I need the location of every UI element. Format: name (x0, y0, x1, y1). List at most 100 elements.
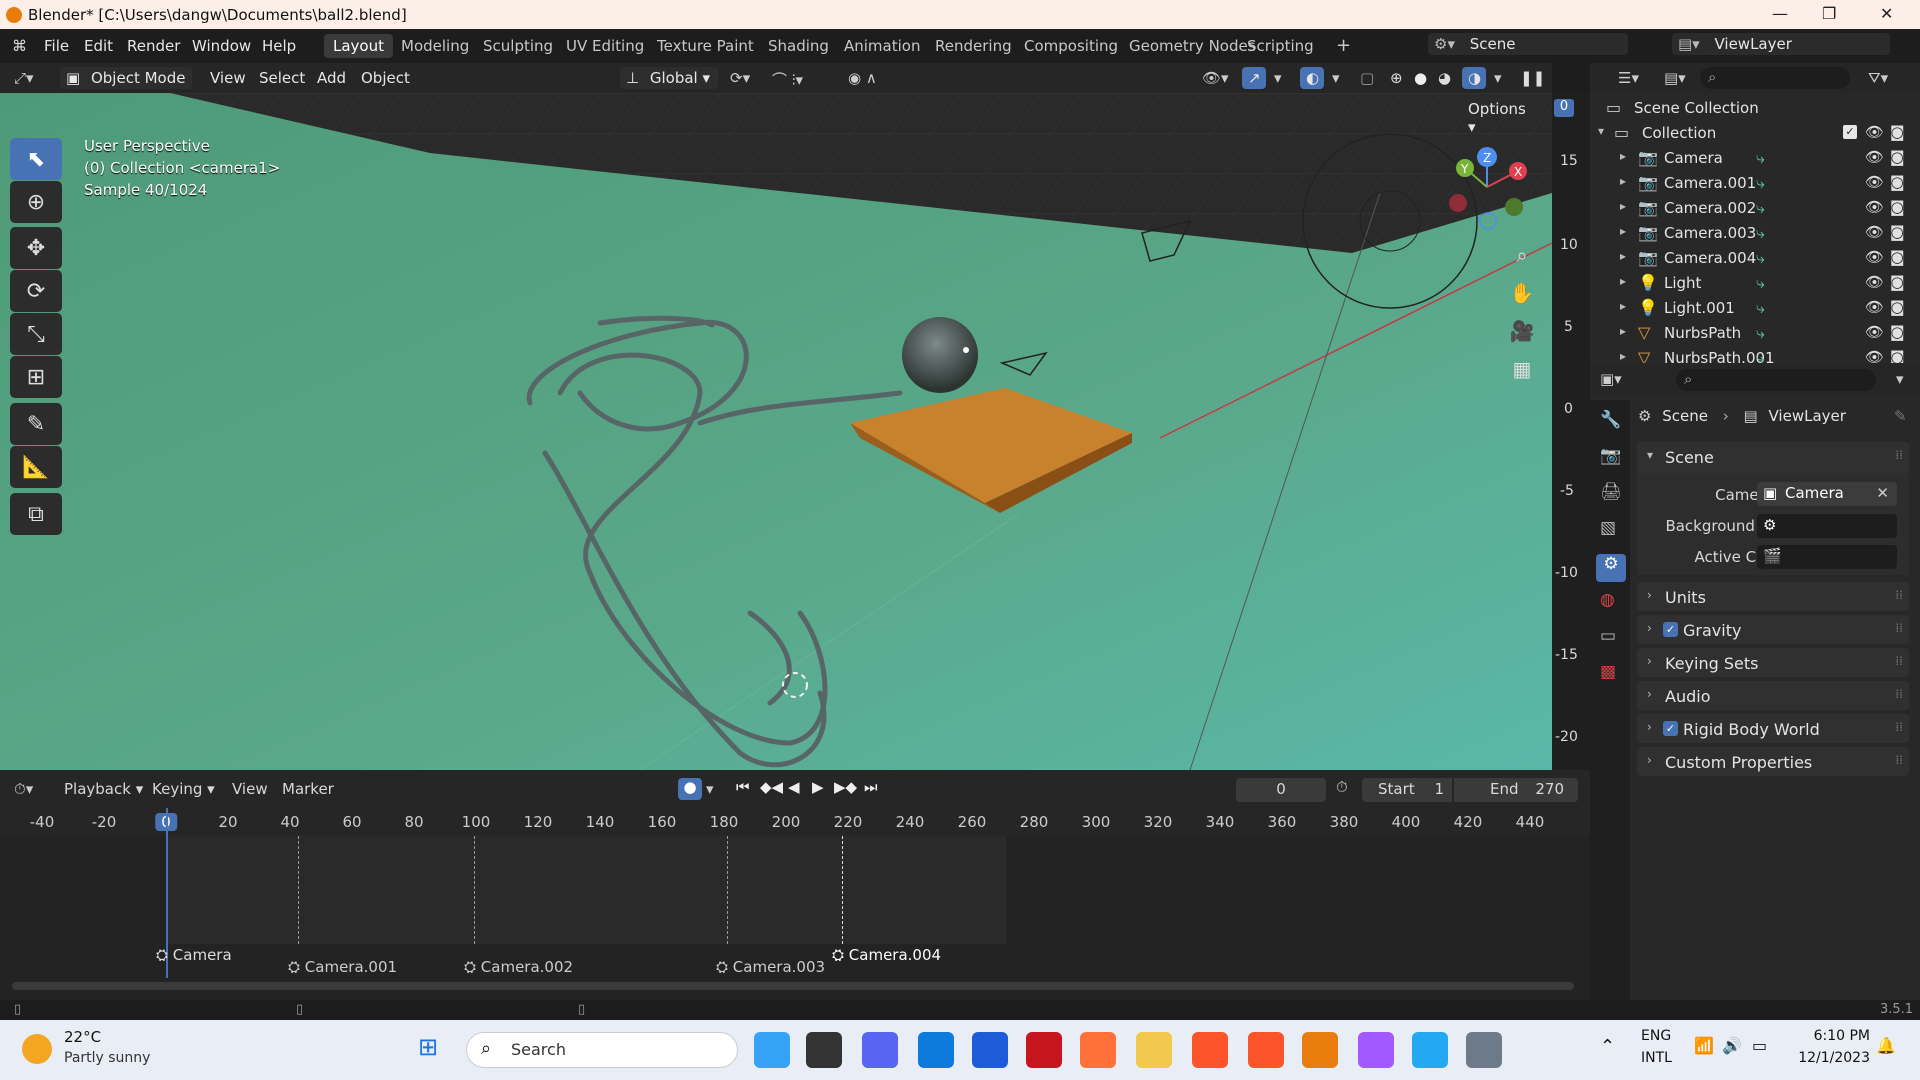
cursor-tool-icon[interactable]: ⊕ (10, 181, 62, 223)
collection-tab-icon[interactable]: ▭ (1600, 626, 1622, 648)
viewport-menu-add[interactable]: Add (317, 69, 346, 87)
menu-edit[interactable]: Edit (84, 37, 113, 55)
overlay-dropdown-icon[interactable]: ▾ (1332, 69, 1340, 87)
timeline-scrollbar[interactable] (12, 982, 1574, 990)
expand-icon[interactable]: ▸ (1620, 199, 1626, 213)
tab-animation[interactable]: Animation (844, 37, 920, 55)
outliner-collection[interactable]: ▾ ▭ Collection ✓ 👁 ◙ (1590, 121, 1920, 146)
expand-icon[interactable]: ▸ (1620, 274, 1626, 288)
weather-temp[interactable]: 22°C (64, 1028, 101, 1046)
proportional-edit-icon[interactable]: ◉ ∧ (848, 69, 877, 87)
camera-field[interactable]: ▣ Camera ✕ (1757, 482, 1897, 506)
render-toggle-icon[interactable]: ◙ (1890, 198, 1905, 216)
eye-icon[interactable]: 👁 (1865, 148, 1884, 166)
taskbar-search[interactable]: ⌕ Search (466, 1032, 738, 1068)
blender-taskbar-icon[interactable] (1302, 1032, 1338, 1068)
jump-start-icon[interactable]: ⏮ (736, 778, 750, 796)
timeline-menu-keying[interactable]: Keying ▾ (152, 780, 215, 798)
grip-icon[interactable]: ⁞⁞ (1895, 687, 1903, 701)
outliner-item[interactable]: ▸ ▽ NurbsPath ⤷ 👁 ◙ (1590, 321, 1920, 346)
grip-icon[interactable]: ⁞⁞ (1895, 654, 1903, 668)
keying-dropdown-icon[interactable]: ▾ (706, 780, 714, 798)
play-reverse-icon[interactable]: ◀ (788, 778, 800, 796)
render-toggle-icon[interactable]: ◙ (1890, 298, 1905, 316)
pin-icon[interactable]: ✎ (1894, 407, 1907, 425)
menu-file[interactable]: File (44, 37, 69, 55)
minimize-icon[interactable]: — (1772, 4, 1788, 23)
outliner-scene-collection[interactable]: ▭ Scene Collection (1590, 96, 1920, 121)
panel-rigid-body-world[interactable]: › ✓ Rigid Body World ⁞⁞ (1637, 714, 1909, 743)
auto-keying-icon[interactable]: ● (678, 778, 702, 800)
render-toggle-icon[interactable]: ◙ (1890, 223, 1905, 241)
copilot-icon[interactable] (754, 1032, 790, 1068)
editor-type-icon[interactable]: ⤢▾ (14, 69, 34, 87)
modifier-icon[interactable]: ⤷ (1756, 223, 1765, 243)
language-code[interactable]: ENG (1641, 1028, 1671, 1044)
panel-checkbox[interactable]: ✓ (1663, 622, 1678, 637)
vscode-icon[interactable] (1412, 1032, 1448, 1068)
modifier-icon[interactable]: ⤷ (1756, 148, 1765, 168)
modifier-icon[interactable]: ⤷ (1756, 273, 1765, 293)
preview-range-icon[interactable]: ⏱ (1336, 778, 1348, 796)
world-tab-icon[interactable]: ◍ (1600, 590, 1622, 612)
timeline-menu-view[interactable]: View (232, 780, 268, 798)
clock-time[interactable]: 6:10 PM (1798, 1028, 1870, 1044)
tab-layout[interactable]: Layout (324, 34, 393, 58)
outliner-item[interactable]: ▸ 📷 Camera.002 ⤷ 👁 ◙ (1590, 196, 1920, 221)
expand-icon[interactable]: ▸ (1620, 299, 1626, 313)
move-tool-icon[interactable]: ✥ (10, 227, 62, 269)
wireframe-shading-icon[interactable]: ⊕ (1390, 69, 1403, 87)
clear-icon[interactable]: ✕ (1876, 484, 1889, 502)
language-layout[interactable]: INTL (1641, 1050, 1672, 1066)
outliner-item[interactable]: ▸ 💡 Light.001 ⤷ 👁 ◙ (1590, 296, 1920, 321)
weather-desc[interactable]: Partly sunny (64, 1050, 150, 1066)
menu-help[interactable]: Help (262, 37, 296, 55)
render-toggle-icon[interactable]: ◙ (1890, 173, 1905, 191)
viewport-menu-object[interactable]: Object (361, 69, 410, 87)
options-dropdown[interactable]: Options ▾ (1462, 98, 1542, 136)
eye-icon[interactable]: 👁 (1865, 198, 1884, 216)
marker-camera-003[interactable]: ⛭ Camera.003 (716, 958, 825, 976)
start-frame-field[interactable]: Start 1 (1362, 778, 1452, 802)
settings-icon[interactable] (1466, 1032, 1502, 1068)
maximize-icon[interactable]: ❐ (1822, 4, 1836, 23)
grip-icon[interactable]: ⁞⁞ (1895, 720, 1903, 734)
transform-tool-icon[interactable]: ⊞ (10, 356, 62, 398)
figma-icon[interactable] (1358, 1032, 1394, 1068)
jump-end-icon[interactable]: ⏭ (864, 778, 878, 796)
viewport-menu-view[interactable]: View (210, 69, 246, 87)
filter-icon[interactable]: ⛛▾ (1868, 69, 1888, 87)
expand-icon[interactable]: ▸ (1620, 249, 1626, 263)
wifi-icon[interactable]: 📶 (1694, 1036, 1714, 1055)
eye-icon[interactable]: 👁 (1865, 298, 1884, 316)
tab-rendering[interactable]: Rendering (935, 37, 1012, 55)
active-clip-field[interactable]: 🎬 (1757, 545, 1897, 569)
render-toggle-icon[interactable]: ◙ (1890, 323, 1905, 341)
gizmo-toggle-icon[interactable]: ↗ (1242, 67, 1266, 89)
timeline-menu-playback[interactable]: Playback ▾ (64, 780, 143, 798)
outliner-item[interactable]: ▸ 📷 Camera.001 ⤷ 👁 ◙ (1590, 171, 1920, 196)
modifier-icon[interactable]: ⤷ (1756, 323, 1765, 343)
transform-orientation[interactable]: ⊥ Global ▾ (620, 67, 718, 89)
timeline-editor-icon[interactable]: ⏱▾ (14, 780, 33, 798)
outliner-item[interactable]: ▸ 📷 Camera.004 ⤷ 👁 ◙ (1590, 246, 1920, 271)
output-tab-icon[interactable]: 🖨 (1600, 482, 1622, 504)
tab-shading[interactable]: Shading (768, 37, 829, 55)
grip-icon[interactable]: ⁞⁞ (1895, 753, 1903, 767)
exclude-checkbox[interactable]: ✓ (1843, 125, 1857, 139)
modifier-icon[interactable]: ⤷ (1756, 298, 1765, 318)
outliner-editor-icon[interactable]: ☰▾ (1618, 69, 1639, 87)
timeline-menu-marker[interactable]: Marker (282, 780, 334, 798)
current-frame-field[interactable]: 0 (1236, 778, 1326, 802)
properties-search-input[interactable]: ⌕ (1676, 369, 1876, 391)
brave-beta-icon[interactable] (1248, 1032, 1284, 1068)
notification-bell-icon[interactable]: 🔔 (1876, 1036, 1896, 1055)
eye-icon[interactable]: 👁 (1865, 223, 1884, 241)
tab-modeling[interactable]: Modeling (401, 37, 469, 55)
pivot-point-icon[interactable]: ⟳▾ (730, 69, 750, 87)
material-shading-icon[interactable]: ◕ (1438, 69, 1451, 87)
select-box-tool-icon[interactable]: ⬉ (10, 138, 62, 180)
annotate-tool-icon[interactable]: ✎ (10, 403, 62, 445)
modifier-icon[interactable]: ⤷ (1756, 248, 1765, 268)
properties-options-icon[interactable]: ▾ (1896, 370, 1904, 388)
